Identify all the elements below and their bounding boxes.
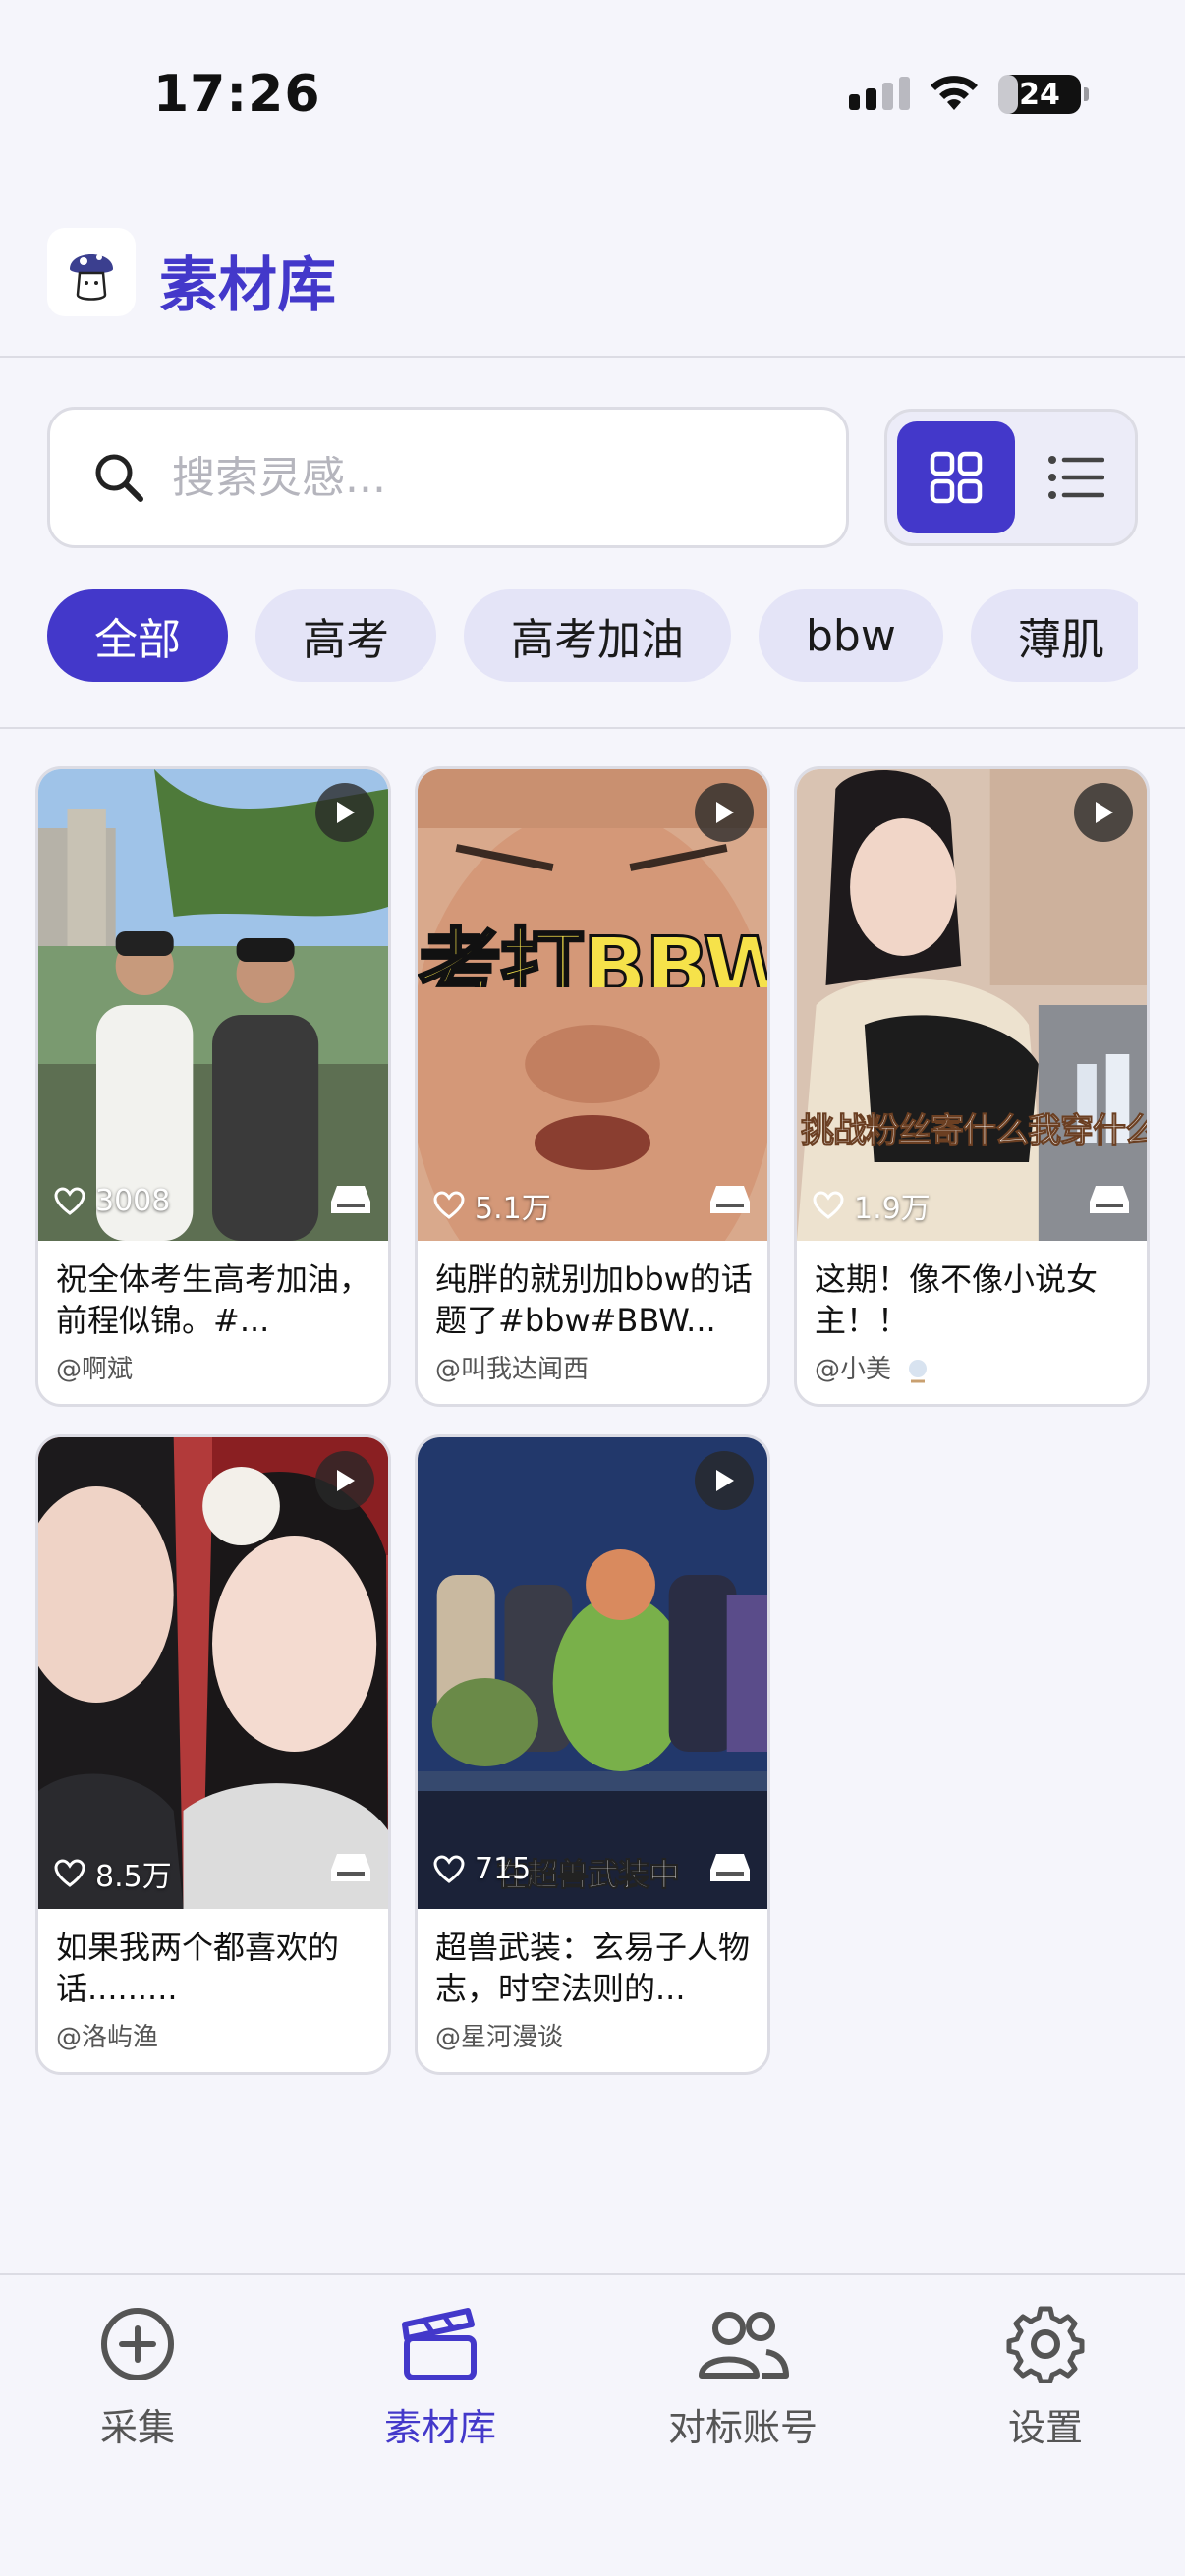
filter-chip[interactable]: 高考加油 xyxy=(464,589,731,682)
video-author-text: @小美 xyxy=(815,1355,892,1384)
storage-icon[interactable] xyxy=(708,1182,752,1217)
battery-percent: 24 xyxy=(1019,77,1060,112)
grid-icon xyxy=(930,451,983,504)
video-card[interactable]: 3008 祝全体考生高考加油，前程似锦。#... @啊斌 xyxy=(35,766,391,1407)
list-view-button[interactable] xyxy=(1025,421,1127,533)
storage-icon[interactable] xyxy=(329,1182,372,1217)
video-title: 如果我两个都喜欢的话......... xyxy=(56,1929,340,2007)
app-logo xyxy=(47,228,136,316)
filter-chips: 全部 高考 高考加油 bbw 薄肌 xyxy=(47,589,1138,684)
nav-label: 采集 xyxy=(99,2406,175,2449)
video-author: @小美 xyxy=(815,1349,931,1385)
storage-icon[interactable] xyxy=(329,1850,372,1885)
nav-library[interactable]: 素材库 xyxy=(322,2305,558,2482)
like-count: 8.5万 xyxy=(54,1852,172,1895)
nav-label: 对标账号 xyxy=(667,2406,818,2449)
video-overlay-text: 挑战粉丝寄什么我穿什么 xyxy=(801,1111,1150,1151)
like-count: 715 xyxy=(433,1852,531,1886)
search-box[interactable] xyxy=(47,407,849,548)
like-count-text: 8.5万 xyxy=(95,1860,172,1894)
status-time: 17:26 xyxy=(153,65,321,124)
battery-icon: 24 xyxy=(998,75,1089,114)
heart-icon xyxy=(433,1191,465,1219)
filter-chip[interactable]: 薄肌 xyxy=(970,589,1138,682)
video-title: 纯胖的就别加bbw的话题了#bbw#BBW... xyxy=(435,1260,753,1339)
wifi-icon xyxy=(931,76,978,110)
video-author: @叫我达闻西 xyxy=(435,1355,590,1384)
like-count: 1.9万 xyxy=(813,1184,931,1227)
video-card[interactable]: 8.5万 如果我两个都喜欢的话......... @洛屿渔 xyxy=(35,1434,391,2075)
play-button[interactable] xyxy=(695,783,754,842)
nav-label: 素材库 xyxy=(383,2406,496,2449)
mushroom-logo-icon xyxy=(70,254,113,301)
heart-icon xyxy=(433,1854,465,1883)
like-count: 5.1万 xyxy=(433,1184,551,1227)
like-count-text: 3008 xyxy=(95,1184,171,1218)
app-header: 素材库 xyxy=(0,187,1185,358)
heart-icon xyxy=(54,1859,85,1887)
bottom-nav: 采集 素材库 对标账号 设置 xyxy=(0,2273,1185,2576)
avatar-emoji-icon xyxy=(909,1359,928,1382)
users-icon xyxy=(699,2312,789,2379)
video-title: 这期！像不像小说女主！！ xyxy=(815,1260,1099,1339)
video-author: @星河漫谈 xyxy=(435,2023,564,2052)
filter-chip[interactable]: bbw xyxy=(759,589,943,682)
like-count-text: 5.1万 xyxy=(475,1192,551,1226)
nav-settings[interactable]: 设置 xyxy=(928,2305,1163,2482)
page-title: 素材库 xyxy=(159,252,336,320)
play-button[interactable] xyxy=(1074,783,1133,842)
clapperboard-icon xyxy=(402,2308,477,2380)
nav-benchmark-accounts[interactable]: 对标账号 xyxy=(625,2305,861,2482)
filter-chip-all[interactable]: 全部 xyxy=(47,589,228,682)
plus-circle-icon xyxy=(101,2308,174,2380)
video-title: 祝全体考生高考加油，前程似锦。#... xyxy=(56,1260,371,1339)
play-icon xyxy=(337,802,355,823)
video-author: @洛屿渔 xyxy=(56,2023,159,2052)
like-count: 3008 xyxy=(54,1184,170,1218)
video-card[interactable]: 挑战粉丝寄什么我穿什么 1.9万 这期！像不像小说女主！！ @小美 xyxy=(794,766,1150,1407)
battery-level xyxy=(998,75,1019,114)
filter-chip[interactable]: 高考 xyxy=(255,589,436,682)
search-input[interactable] xyxy=(172,452,801,503)
search-icon xyxy=(95,454,143,502)
video-card[interactable]: 在超兽武装中 715 超兽武装：玄易子人物志，时空法则的... @星河漫谈 xyxy=(415,1434,770,2075)
play-icon xyxy=(716,802,734,823)
nav-collect[interactable]: 采集 xyxy=(20,2305,255,2482)
play-button[interactable] xyxy=(315,783,374,842)
view-toggle xyxy=(884,409,1138,546)
video-title: 超兽武装：玄易子人物志，时空法则的... xyxy=(435,1929,751,2007)
play-icon xyxy=(716,1470,734,1491)
play-button[interactable] xyxy=(695,1451,754,1510)
grid-view-button[interactable] xyxy=(897,421,1015,533)
like-count-text: 715 xyxy=(475,1852,532,1886)
play-icon xyxy=(1096,802,1113,823)
gear-icon xyxy=(1006,2306,1085,2383)
heart-icon xyxy=(54,1186,85,1215)
video-author: @啊斌 xyxy=(56,1355,134,1384)
like-count-text: 1.9万 xyxy=(854,1192,931,1226)
storage-icon[interactable] xyxy=(708,1850,752,1885)
heart-icon xyxy=(813,1191,844,1219)
divider xyxy=(0,727,1185,729)
video-card[interactable]: 考打BBW 5.1万 纯胖的就别加bbw的话题了#bbw#BBW... @叫我达… xyxy=(415,766,770,1407)
play-icon xyxy=(337,1470,355,1491)
storage-icon[interactable] xyxy=(1088,1182,1131,1217)
status-bar: 17:26 24 xyxy=(0,0,1185,187)
list-icon xyxy=(1048,456,1104,499)
play-button[interactable] xyxy=(315,1451,374,1510)
nav-label: 设置 xyxy=(1007,2406,1083,2449)
cellular-signal-icon xyxy=(849,77,910,110)
video-overlay-text: 考打BBW xyxy=(418,919,770,988)
